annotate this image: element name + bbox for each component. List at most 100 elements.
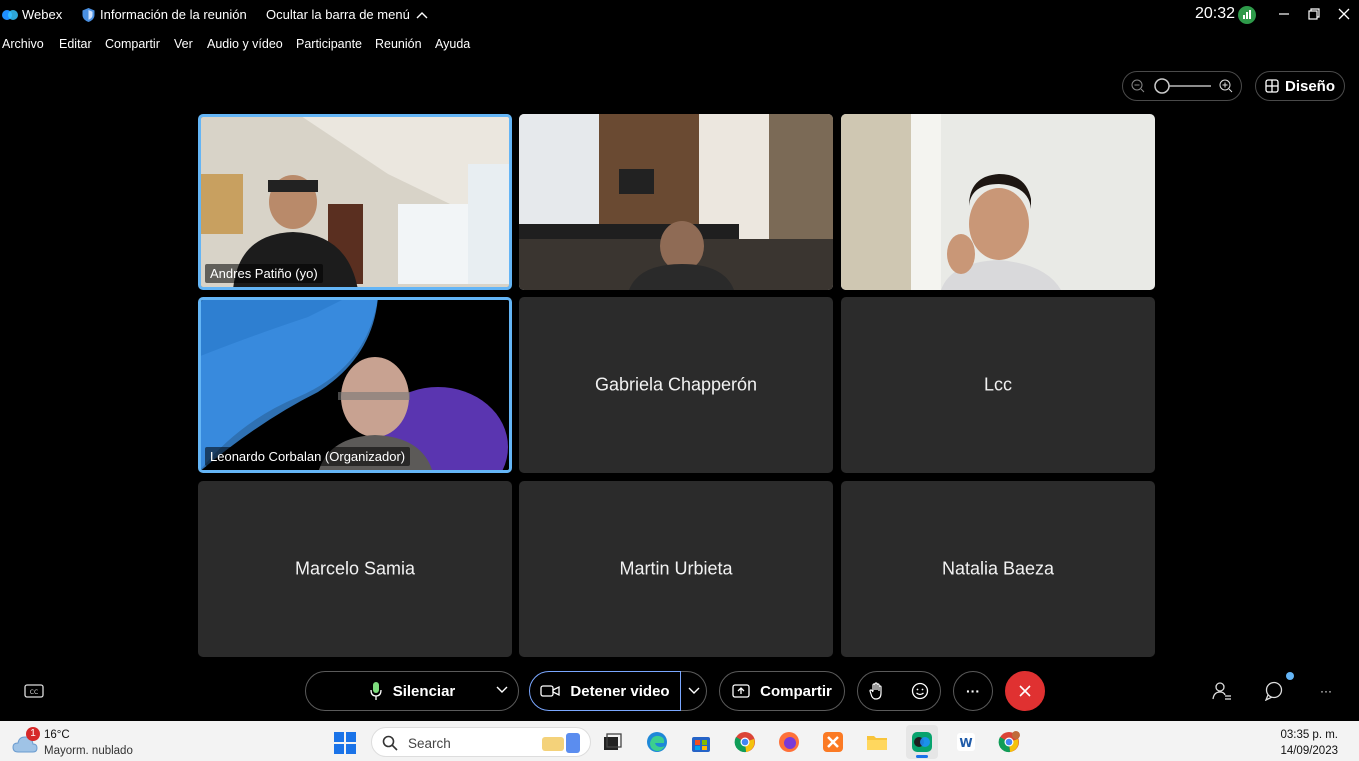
app-name: Webex: [22, 7, 63, 22]
chevron-down-icon[interactable]: [496, 686, 508, 694]
zoom-slider[interactable]: [1122, 71, 1242, 101]
captions-button[interactable]: CC: [14, 671, 54, 711]
participant-tile[interactable]: Lcc: [841, 297, 1155, 473]
zoom-track[interactable]: [1153, 78, 1213, 94]
participants-panel-button[interactable]: [1202, 671, 1242, 711]
network-status-icon[interactable]: [1238, 6, 1256, 24]
grid-layout-icon: [1265, 79, 1279, 93]
menu-editar[interactable]: Editar: [59, 37, 92, 51]
menu-archivo[interactable]: Archivo: [2, 37, 44, 51]
share-button[interactable]: Compartir: [719, 671, 845, 711]
search-highlight-icon: [542, 733, 580, 753]
share-label: Compartir: [760, 682, 832, 700]
weather-description: Mayorm. nublado: [44, 745, 133, 757]
hide-menu-label: Ocultar la barra de menú: [266, 7, 410, 22]
svg-text:W: W: [959, 736, 972, 750]
reactions-group: [857, 671, 941, 711]
participant-name: Lcc: [983, 374, 1012, 395]
video-camera-icon: [540, 685, 561, 697]
participant-name: Andres Patiño (yo): [205, 264, 323, 283]
more-options-button[interactable]: ···: [953, 671, 993, 711]
participant-video: [841, 114, 1155, 290]
participant-video: [519, 114, 833, 290]
meeting-info-button[interactable]: Información de la reunión: [82, 7, 247, 22]
taskbar: 1 16°C Mayorm. nublado Search W 03:35 p.…: [0, 721, 1359, 761]
title-bar: Webex Información de la reunión Ocultar …: [0, 0, 1359, 30]
mute-button[interactable]: Silenciar: [305, 671, 519, 711]
weather-widget[interactable]: 1 16°C Mayorm. nublado: [0, 721, 150, 761]
participant-tile[interactable]: Natalia Baeza: [841, 481, 1155, 657]
chrome-profile-icon[interactable]: [998, 731, 1020, 753]
participant-name: Natalia Baeza: [941, 558, 1055, 579]
hide-menu-bar-button[interactable]: Ocultar la barra de menú: [266, 7, 428, 22]
participant-name: Marcelo Samia: [294, 558, 416, 579]
webex-taskbar-app[interactable]: [906, 725, 938, 759]
xampp-icon[interactable]: [822, 731, 844, 753]
layout-label: Diseño: [1284, 77, 1335, 95]
notification-dot: [1286, 672, 1294, 680]
close-icon: [1338, 8, 1350, 20]
menu-participante[interactable]: Participante: [296, 37, 362, 51]
participant-name: Gabriela Chapperón: [594, 374, 758, 395]
leave-meeting-button[interactable]: [1005, 671, 1045, 711]
webex-icon: [912, 732, 932, 752]
video-options-button[interactable]: [681, 671, 707, 711]
chevron-up-icon: [416, 11, 428, 18]
close-icon: [1019, 685, 1031, 697]
participant-name: Leonardo Corbalan (Organizador): [205, 447, 411, 466]
edge-browser-icon[interactable]: [646, 731, 668, 753]
menu-compartir[interactable]: Compartir: [105, 37, 160, 51]
participant-tile[interactable]: Andres Patiño (yo): [198, 114, 512, 290]
clock: 20:32: [1195, 5, 1236, 22]
menu-ayuda[interactable]: Ayuda: [435, 37, 470, 51]
weather-badge: 1: [26, 727, 40, 741]
participant-tile[interactable]: [519, 114, 833, 290]
chat-panel-button[interactable]: [1254, 671, 1294, 711]
microsoft-store-icon[interactable]: [690, 731, 712, 753]
zoom-out-icon[interactable]: [1131, 79, 1145, 93]
raise-hand-icon[interactable]: [869, 682, 885, 700]
file-explorer-icon[interactable]: [866, 731, 888, 753]
participant-name: Martin Urbieta: [619, 558, 733, 579]
participant-tile[interactable]: Marcelo Samia: [198, 481, 512, 657]
meeting-info-label: Información de la reunión: [100, 7, 247, 22]
more-panels-button[interactable]: ···: [1306, 671, 1346, 711]
minimize-button[interactable]: [1273, 4, 1295, 24]
more-icon: ···: [966, 683, 980, 699]
minimize-icon: [1279, 13, 1289, 15]
chat-icon: [1264, 681, 1283, 701]
participant-tile[interactable]: [841, 114, 1155, 290]
active-indicator: [916, 755, 928, 758]
weather-temperature: 16°C: [44, 729, 70, 741]
restore-icon: [1308, 8, 1320, 20]
chrome-browser-icon[interactable]: [734, 731, 756, 753]
menu-reunion[interactable]: Reunión: [375, 37, 422, 51]
stop-video-label: Detener video: [570, 682, 670, 700]
mute-label: Silenciar: [392, 682, 456, 700]
word-icon[interactable]: W: [955, 731, 977, 753]
taskbar-search[interactable]: Search: [371, 727, 591, 757]
firefox-browser-icon[interactable]: [778, 731, 800, 753]
layout-button[interactable]: Diseño: [1255, 71, 1345, 101]
zoom-in-icon[interactable]: [1219, 79, 1233, 93]
search-icon: [382, 735, 398, 751]
task-view-icon[interactable]: [601, 731, 623, 753]
system-date[interactable]: 14/09/2023: [1270, 745, 1338, 757]
participant-tile[interactable]: Martin Urbieta: [519, 481, 833, 657]
share-screen-icon: [732, 684, 750, 698]
chevron-down-icon: [688, 687, 699, 694]
participant-tile[interactable]: Leonardo Corbalan (Organizador): [198, 297, 512, 473]
restore-button[interactable]: [1303, 4, 1325, 24]
close-window-button[interactable]: [1333, 4, 1355, 24]
menu-audio-video[interactable]: Audio y vídeo: [207, 37, 283, 51]
system-time[interactable]: 03:35 p. m.: [1270, 729, 1338, 741]
microphone-icon: [370, 682, 382, 700]
emoji-reaction-icon[interactable]: [911, 682, 929, 700]
menu-ver[interactable]: Ver: [174, 37, 193, 51]
svg-text:CC: CC: [30, 689, 38, 696]
participant-tile[interactable]: Gabriela Chapperón: [519, 297, 833, 473]
search-placeholder: Search: [408, 736, 451, 751]
stop-video-button[interactable]: Detener video: [529, 671, 681, 711]
windows-start-icon[interactable]: [334, 732, 356, 754]
webex-logo-icon: [2, 10, 18, 20]
